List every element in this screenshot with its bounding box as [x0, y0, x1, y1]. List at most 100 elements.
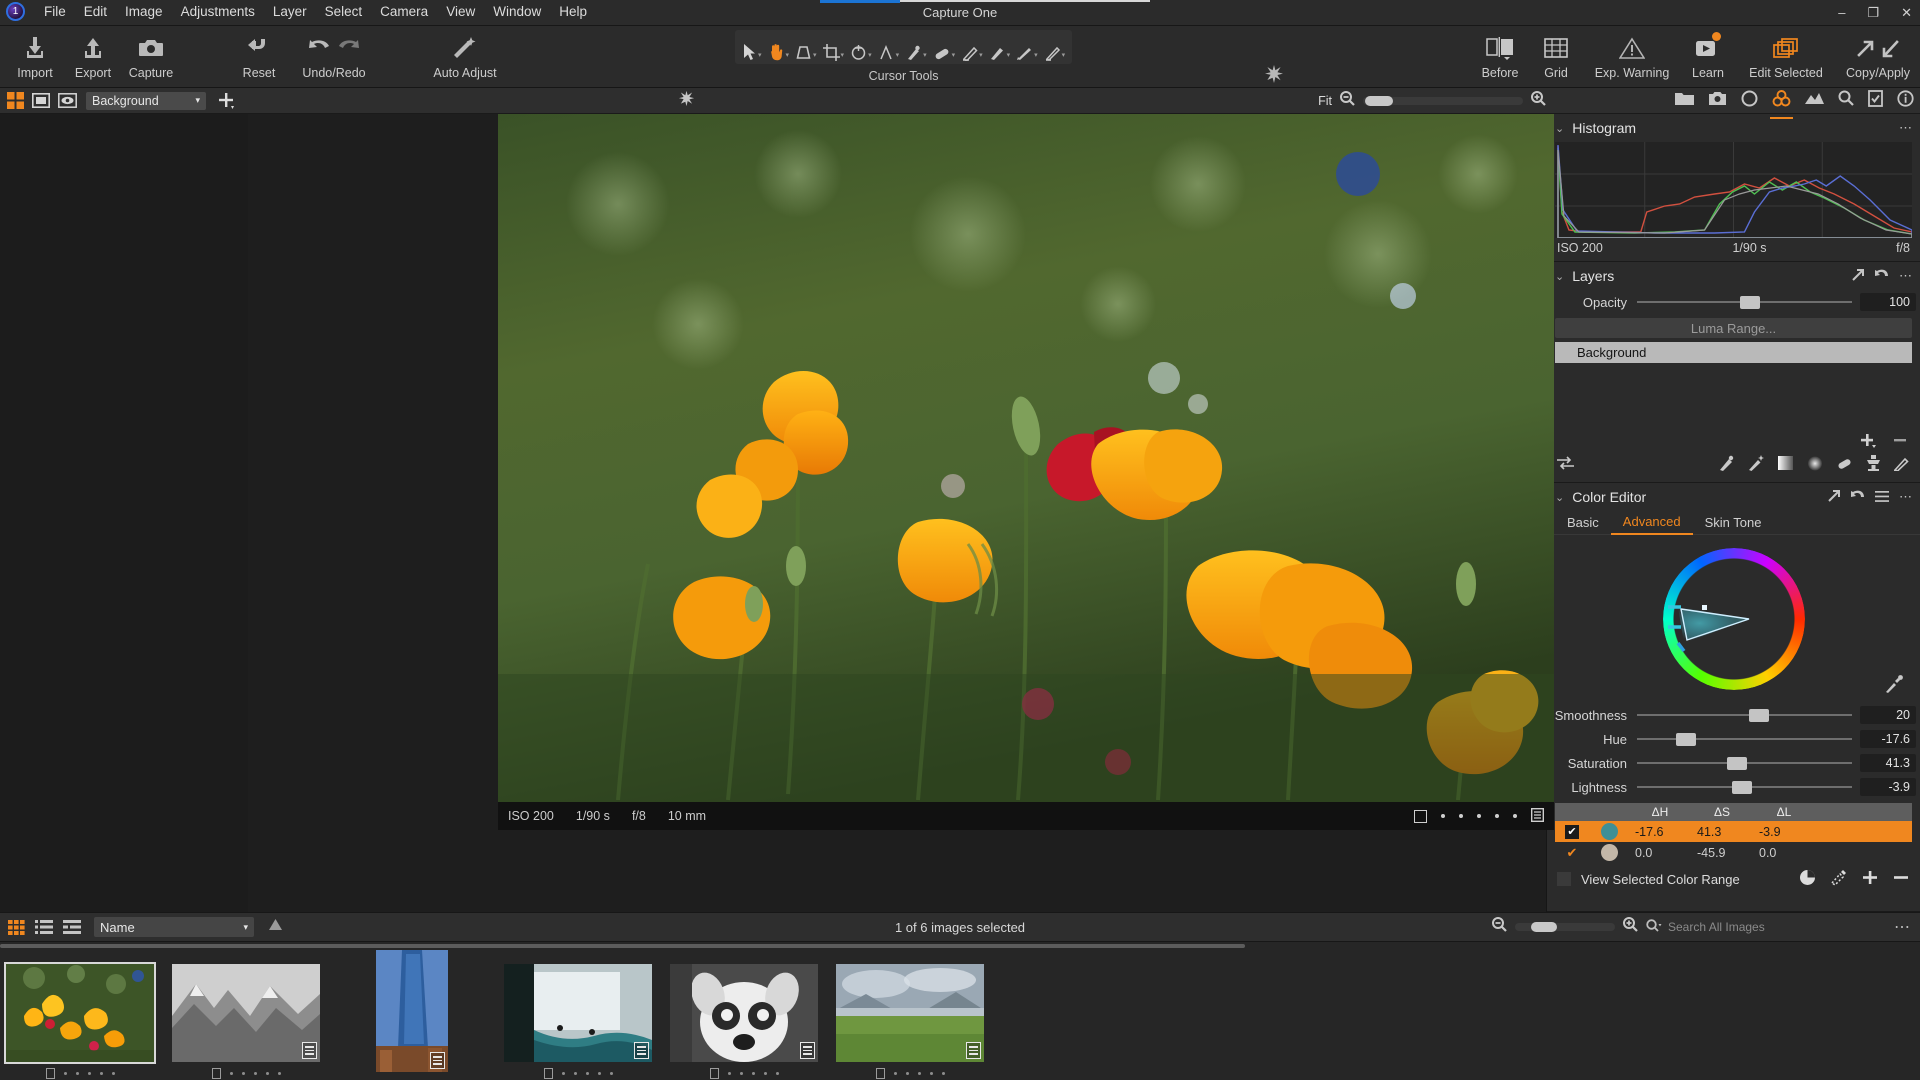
row-checkbox[interactable]: ✔ [1567, 845, 1578, 861]
skyscraper-thumb[interactable] [376, 950, 448, 1072]
panel-tab-adjustments[interactable] [1868, 89, 1883, 112]
page-dot[interactable] [1477, 814, 1481, 818]
tab-basic[interactable]: Basic [1555, 511, 1611, 535]
detail-browser-icon[interactable] [60, 917, 84, 937]
viewer-star-icon[interactable] [678, 90, 695, 112]
chevron-down-icon[interactable]: ⌄ [1555, 270, 1564, 283]
star-rating-dot[interactable] [597, 1072, 601, 1075]
star-rating-dot[interactable] [253, 1072, 257, 1075]
thumb-rating-row[interactable] [709, 1068, 779, 1079]
filmstrip-scroll-thumb[interactable] [0, 944, 1245, 948]
chevron-down-icon[interactable]: ⌄ [1555, 122, 1564, 135]
copy-apply-button[interactable]: Copy/Apply [1836, 26, 1920, 86]
page-dot[interactable] [1441, 814, 1445, 818]
before-after-button[interactable]: Before [1472, 26, 1528, 86]
cursor-tool-draw-mask[interactable]: ▾ [986, 33, 1014, 61]
saturation-knob[interactable] [1727, 757, 1748, 770]
maximize-button[interactable]: ❐ [1867, 5, 1879, 21]
star-rating-dot[interactable] [609, 1072, 613, 1075]
star-rating-dot[interactable] [941, 1072, 945, 1075]
menu-lines-icon[interactable] [1875, 490, 1889, 505]
sort-field-dropdown[interactable]: Name ▾ [94, 917, 254, 937]
import-button[interactable]: Import [6, 26, 64, 86]
menu-item-image[interactable]: Image [116, 2, 172, 21]
star-rating-dot[interactable] [277, 1072, 281, 1075]
hue-track[interactable] [1637, 729, 1852, 749]
ellipsis-icon[interactable]: ⋯ [1899, 489, 1912, 505]
brush-icon[interactable] [1719, 455, 1735, 476]
star-rating-dot[interactable] [739, 1072, 743, 1075]
filmstrip-scrollbar[interactable] [0, 942, 1920, 950]
plus-icon[interactable] [1862, 870, 1879, 888]
viewer-photo-container[interactable] [498, 114, 1554, 802]
view-range-checkbox[interactable] [1557, 872, 1571, 886]
menu-item-window[interactable]: Window [484, 2, 550, 21]
color-tag-icon[interactable] [45, 1068, 55, 1079]
thumbnail-size-slider[interactable] [1515, 922, 1615, 932]
star-rating-dot[interactable] [99, 1072, 103, 1075]
opacity-track[interactable] [1637, 292, 1852, 312]
list-item[interactable] [836, 964, 984, 1079]
exposure-warning-button[interactable]: Exp. Warning [1584, 26, 1680, 86]
panel-tab-details[interactable] [1838, 90, 1854, 111]
list-item[interactable] [670, 964, 818, 1079]
thumb-rating-row[interactable] [875, 1068, 945, 1079]
ellipsis-icon[interactable]: ⋯ [1894, 917, 1910, 937]
expand-icon[interactable] [1852, 268, 1865, 284]
cursor-tool-straighten[interactable]: ▾ [875, 33, 903, 61]
star-rating-dot[interactable] [561, 1072, 565, 1075]
zoom-in-icon[interactable] [1531, 90, 1546, 111]
chevron-down-icon[interactable]: ⌄ [1555, 491, 1564, 504]
panel-tab-exposure[interactable] [1805, 91, 1824, 110]
page-dot[interactable] [1495, 814, 1499, 818]
expand-icon[interactable] [1828, 489, 1841, 505]
sort-ascending-icon[interactable] [268, 918, 283, 936]
tab-advanced[interactable]: Advanced [1610, 511, 1693, 535]
grid-browser-icon[interactable] [4, 917, 28, 937]
color-tag-icon[interactable] [211, 1068, 221, 1079]
ellipsis-icon[interactable]: ⋯ [1899, 120, 1912, 136]
table-row[interactable]: ✔ -17.6 41.3 -3.9 [1555, 821, 1912, 842]
star-rating-dot[interactable] [63, 1072, 67, 1075]
cursor-tool-linear-gradient[interactable]: ▾ [1041, 33, 1069, 61]
star-rating-dot[interactable] [751, 1072, 755, 1075]
histogram-header[interactable]: ⌄ Histogram ⋯ [1547, 114, 1920, 142]
opacity-knob[interactable] [1740, 296, 1761, 309]
smoothness-knob[interactable] [1748, 709, 1769, 722]
lightness-knob[interactable] [1731, 781, 1752, 794]
minus-icon[interactable] [1893, 433, 1908, 453]
transfer-icon[interactable] [1557, 456, 1574, 475]
star-rating-dot[interactable] [87, 1072, 91, 1075]
tab-skin-tone[interactable]: Skin Tone [1693, 511, 1774, 535]
cursor-tool-gradient-mask[interactable]: ▾ [1013, 33, 1041, 61]
page-dot[interactable] [1513, 814, 1517, 818]
pie-view-icon[interactable] [1799, 869, 1816, 889]
zoom-slider[interactable] [1363, 95, 1523, 106]
list-view-icon[interactable] [1530, 807, 1545, 825]
color-editor-header[interactable]: ⌄ Color Editor ⋯ [1547, 483, 1920, 511]
cursor-tool-heal[interactable]: ▾ [930, 33, 959, 61]
magic-brush-icon[interactable] [1748, 455, 1765, 476]
cursor-tool-eraser[interactable]: ▾ [958, 33, 986, 61]
undo-redo-button[interactable]: Undo/Redo [288, 26, 380, 86]
zoom-slider-knob[interactable] [1365, 95, 1393, 106]
saturation-value[interactable]: 41.3 [1860, 754, 1916, 772]
thumbnail-size-knob[interactable] [1531, 922, 1557, 932]
star-rating-dot[interactable] [111, 1072, 115, 1075]
list-item[interactable] [338, 950, 486, 1080]
radial-gradient-icon[interactable] [1807, 456, 1823, 476]
mountains-bw-thumb[interactable] [172, 964, 320, 1062]
panel-tab-capture[interactable] [1708, 91, 1727, 111]
list-item[interactable] [172, 964, 320, 1079]
ellipsis-icon[interactable]: ⋯ [1899, 268, 1912, 284]
star-rating-dot[interactable] [573, 1072, 577, 1075]
menu-item-adjustments[interactable]: Adjustments [172, 2, 264, 21]
menu-item-view[interactable]: View [437, 2, 484, 21]
export-button[interactable]: Export [64, 26, 122, 86]
close-button[interactable]: ✕ [1901, 5, 1912, 21]
learn-button[interactable]: Learn [1680, 26, 1736, 86]
color-tag-icon[interactable] [875, 1068, 885, 1079]
color-picker-icon[interactable] [1884, 674, 1904, 699]
single-view-icon[interactable] [30, 92, 52, 110]
menu-item-file[interactable]: File [35, 2, 75, 21]
